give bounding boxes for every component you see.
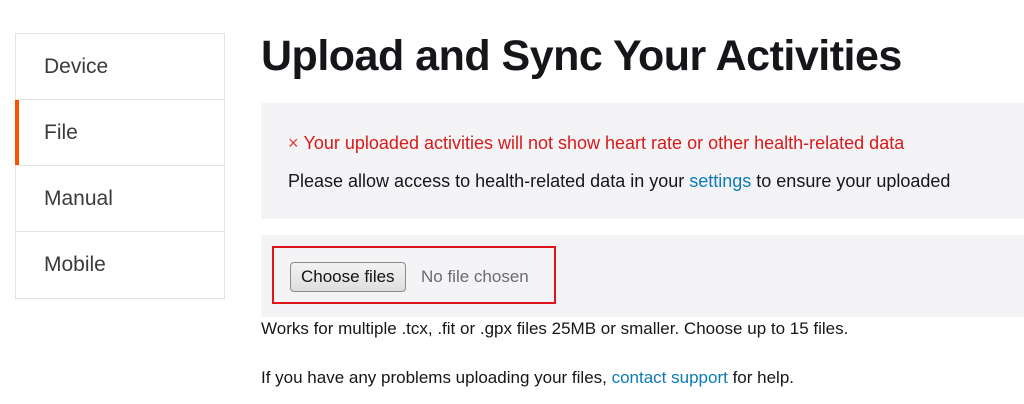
upload-method-sidebar: Device File Manual Mobile (15, 33, 225, 299)
alert-heading-text: Your uploaded activities will not show h… (303, 133, 905, 153)
file-picker-highlight: Choose files No file chosen (272, 246, 556, 304)
page-title: Upload and Sync Your Activities (261, 32, 902, 80)
sidebar-item-device[interactable]: Device (16, 34, 224, 100)
help-text: If you have any problems uploading your … (261, 368, 794, 388)
file-upload-zone: Choose files No file chosen (261, 235, 1024, 317)
sidebar-item-label: Manual (44, 187, 113, 210)
sidebar-item-file[interactable]: File (15, 100, 224, 166)
file-format-info: Works for multiple .tcx, .fit or .gpx fi… (261, 319, 849, 338)
alert-heading: × Your uploaded activities will not show … (288, 133, 904, 154)
alert-body-text-before: Please allow access to health-related da… (288, 171, 690, 191)
sidebar-item-label: Mobile (44, 253, 106, 276)
alert-body: Please allow access to health-related da… (288, 171, 950, 192)
health-data-alert: × Your uploaded activities will not show … (261, 103, 1024, 219)
upload-page: Device File Manual Mobile Upload and Syn… (0, 0, 1024, 404)
sidebar-item-label: File (44, 121, 78, 144)
choose-files-button[interactable]: Choose files (290, 262, 406, 292)
sidebar-item-label: Device (44, 55, 109, 78)
alert-body-text-after: to ensure your uploaded (751, 171, 951, 191)
close-icon: × (288, 133, 299, 153)
sidebar-item-mobile[interactable]: Mobile (16, 232, 224, 298)
help-text-after: for help. (727, 368, 794, 387)
help-text-before: If you have any problems uploading your … (261, 368, 612, 387)
settings-link[interactable]: settings (689, 171, 751, 191)
sidebar-item-manual[interactable]: Manual (16, 166, 224, 232)
contact-support-link[interactable]: contact support (612, 368, 728, 387)
file-status-text: No file chosen (421, 267, 529, 286)
